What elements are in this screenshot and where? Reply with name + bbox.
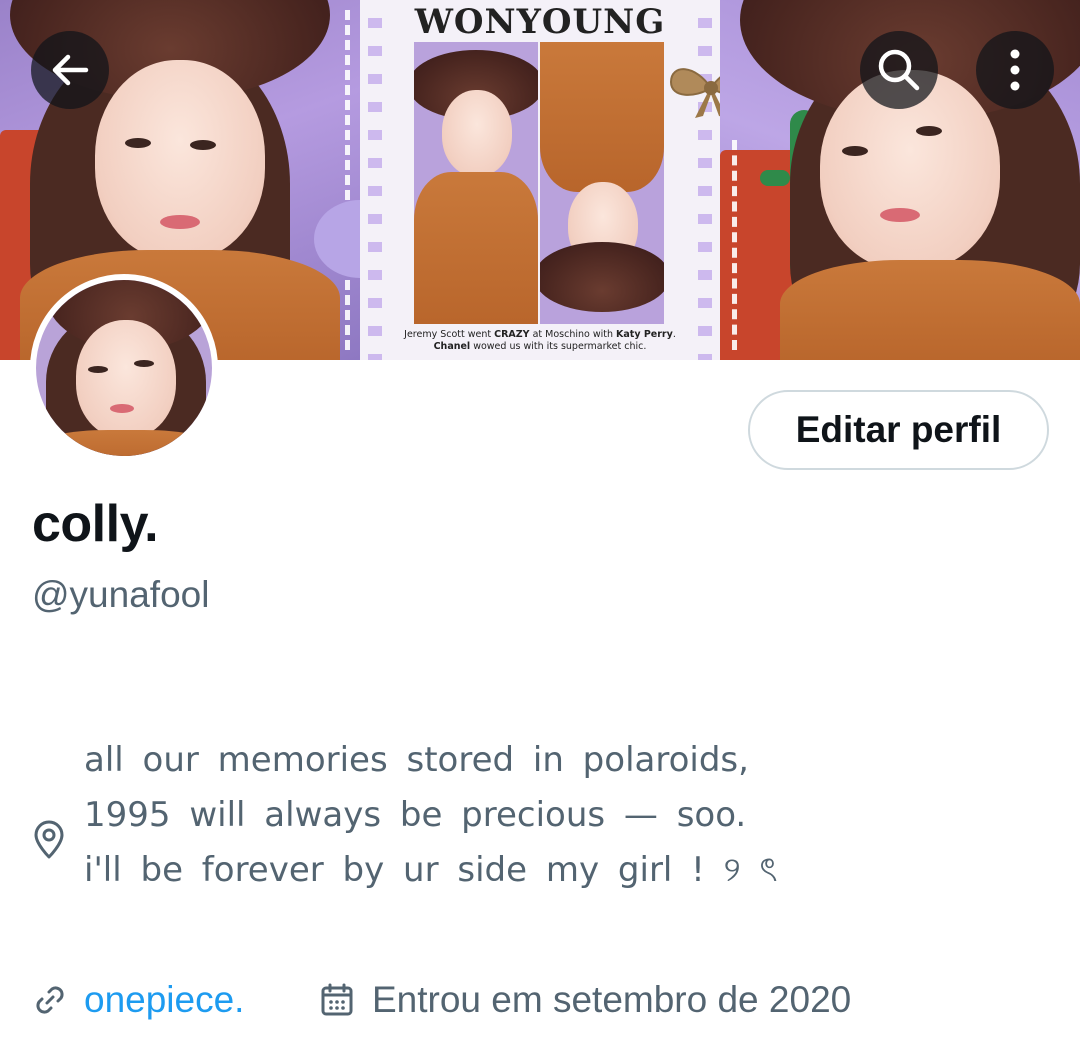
- banner-eye: [842, 146, 868, 156]
- banner-dash-line: [345, 10, 350, 350]
- calendar-icon: [321, 983, 353, 1016]
- banner-eye: [125, 138, 151, 148]
- display-name: colly.: [32, 495, 159, 553]
- magazine-title: WONYOUNG: [414, 2, 666, 42]
- banner-eye: [190, 140, 216, 150]
- profile-link[interactable]: onepiece.: [32, 975, 244, 1025]
- more-options-button[interactable]: [976, 31, 1054, 109]
- banner-film-strip: [368, 0, 382, 360]
- joined-date-text: Entrou em setembro de 2020: [372, 979, 852, 1020]
- banner-face: [95, 60, 265, 260]
- back-button[interactable]: [31, 31, 109, 109]
- arrow-left-icon: [52, 54, 89, 86]
- edit-profile-button[interactable]: Editar perfil: [748, 390, 1049, 470]
- bio-line: all our memories stored in polaroids,: [84, 740, 749, 780]
- banner-cactus-arm: [760, 170, 790, 186]
- link-icon: [36, 986, 64, 1014]
- username-handle: @yunafool: [32, 574, 210, 615]
- bow-sticker: [669, 68, 720, 118]
- banner-film-strip: [698, 0, 712, 360]
- profile-bio: all our memories stored in polaroids, 19…: [84, 733, 804, 898]
- magazine-photo-left: [414, 42, 538, 324]
- magazine-photo-right: [540, 42, 664, 324]
- banner-magazine-panel: WONYOUNG Jeremy Scott went CRAZY at Mosc…: [360, 0, 720, 360]
- profile-avatar[interactable]: [30, 274, 218, 462]
- magazine-caption: Jeremy Scott went CRAZY at Moschino with…: [404, 329, 676, 352]
- banner-eye: [916, 126, 942, 136]
- bio-line: 1995 will always be precious — soo.: [84, 795, 747, 835]
- banner-lips: [880, 208, 920, 222]
- banner-plush-bunny: [314, 200, 360, 278]
- banner-dash-line: [732, 140, 737, 350]
- banner-jacket: [780, 260, 1080, 360]
- banner-lips: [160, 215, 200, 229]
- bio-line: i'll be forever by ur side my girl ! ୨ ৎ: [84, 850, 778, 890]
- location-pin-icon: [34, 820, 64, 859]
- search-icon: [878, 49, 920, 91]
- profile-link-text[interactable]: onepiece.: [84, 979, 244, 1021]
- joined-date: Entrou em setembro de 2020: [320, 975, 851, 1025]
- search-button[interactable]: [860, 31, 938, 109]
- more-vertical-icon: [1010, 49, 1020, 91]
